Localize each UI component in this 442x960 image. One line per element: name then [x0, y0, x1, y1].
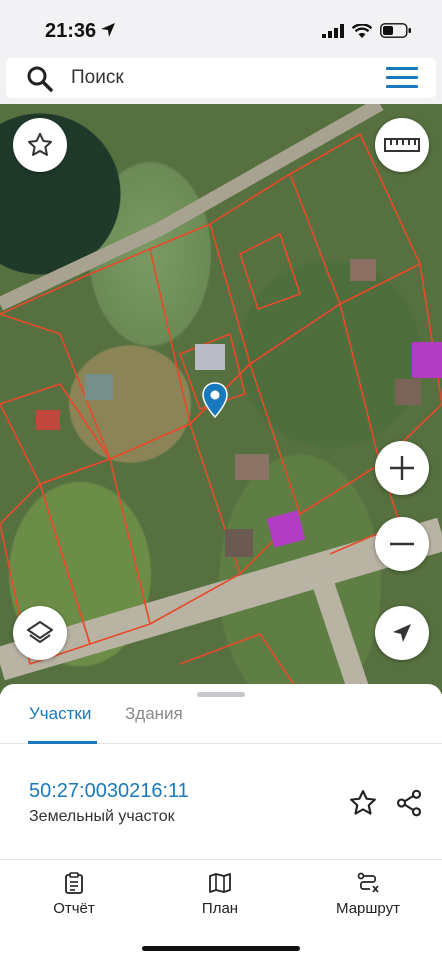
status-bar: 21:36: [0, 0, 442, 58]
zoom-out-icon: [390, 542, 414, 546]
map-view[interactable]: [0, 104, 442, 694]
nav-route-label: Маршрут: [336, 900, 400, 917]
hamburger-menu-icon[interactable]: [386, 67, 418, 89]
layers-button[interactable]: [13, 606, 67, 660]
nav-route[interactable]: Маршрут: [328, 872, 408, 917]
tab-bar: Участки Здания: [0, 700, 442, 744]
route-icon: [357, 872, 379, 893]
bottom-sheet: Участки Здания 50:27:0030216:11 Земельны…: [0, 684, 442, 960]
locate-button[interactable]: [375, 606, 429, 660]
active-tab-indicator: [28, 741, 97, 744]
clipboard-icon: [65, 872, 83, 894]
location-arrow-icon: [101, 23, 115, 37]
sheet-grabber[interactable]: [197, 692, 245, 697]
home-indicator[interactable]: [142, 946, 300, 951]
zoom-out-button[interactable]: [375, 517, 429, 571]
status-time: 21:36: [45, 20, 97, 42]
signal-icon: [322, 23, 344, 38]
zoom-in-icon: [390, 456, 414, 480]
tab-buildings[interactable]: Здания: [125, 704, 183, 724]
ruler-icon: [384, 138, 420, 152]
ruler-button[interactable]: [375, 118, 429, 172]
map-icon: [209, 873, 231, 893]
battery-icon: [380, 23, 411, 38]
parcel-type: Земельный участок: [29, 808, 175, 825]
zoom-in-button[interactable]: [375, 441, 429, 495]
search-icon[interactable]: [26, 65, 54, 93]
nav-report-label: Отчёт: [53, 900, 95, 917]
layers-icon: [27, 621, 53, 643]
cadastral-number[interactable]: 50:27:0030216:11: [29, 780, 189, 803]
star-icon[interactable]: [348, 788, 378, 818]
search-input[interactable]: Поиск: [71, 67, 124, 89]
nav-plan[interactable]: План: [190, 872, 250, 917]
share-icon[interactable]: [394, 788, 424, 818]
nav-report[interactable]: Отчёт: [44, 872, 104, 917]
wifi-icon: [352, 23, 372, 38]
star-icon: [27, 132, 53, 156]
locate-icon: [393, 624, 411, 642]
nav-plan-label: План: [201, 900, 239, 917]
divider: [0, 859, 442, 860]
tab-parcels[interactable]: Участки: [29, 704, 91, 724]
search-bar[interactable]: Поиск: [6, 58, 436, 98]
favorite-map-button[interactable]: [13, 118, 67, 172]
map-pin-icon[interactable]: [202, 382, 228, 418]
